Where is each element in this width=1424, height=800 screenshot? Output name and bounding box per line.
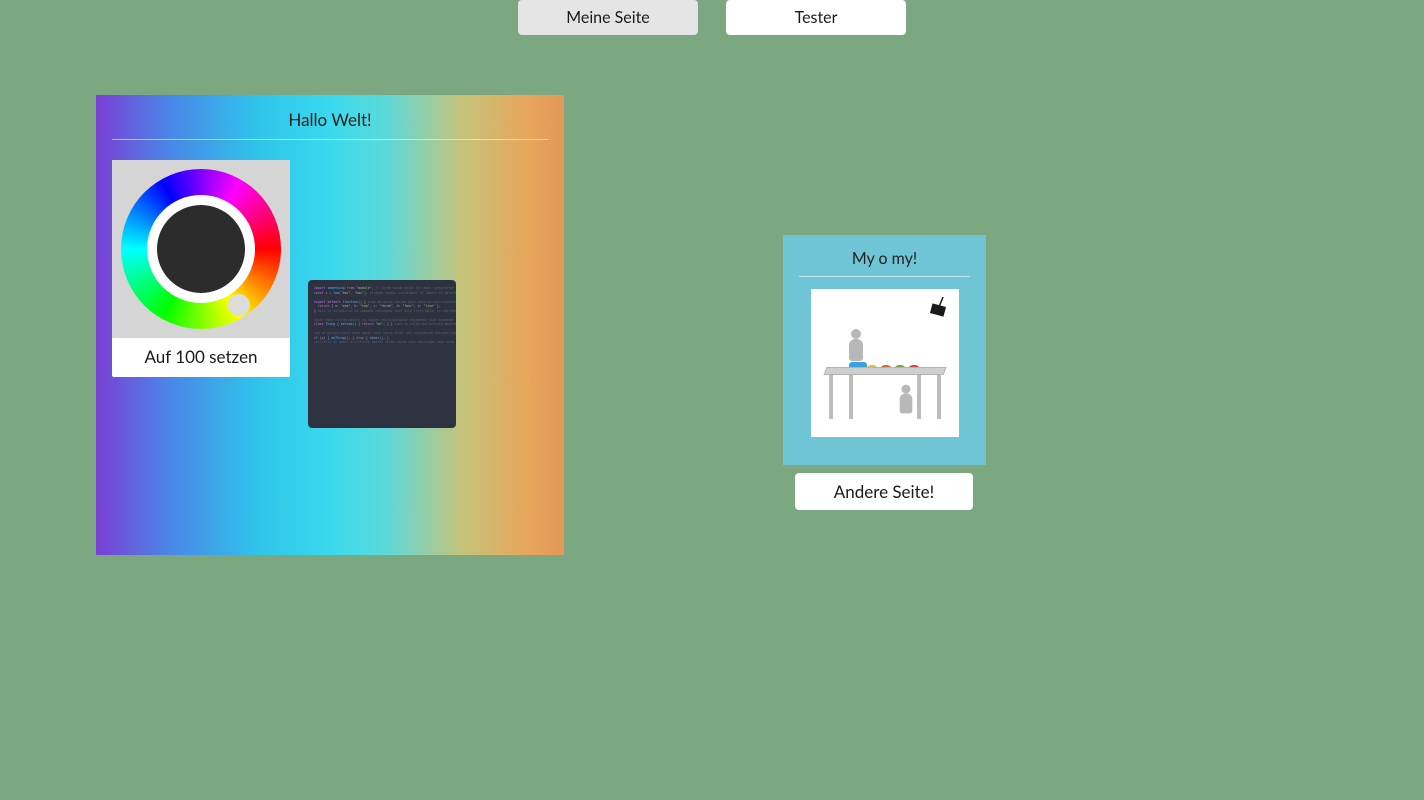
set-100-button[interactable]: Auf 100 setzen [112, 338, 290, 377]
figure-kneeling-icon [897, 385, 913, 414]
left-panel-content: Auf 100 setzen import something from "mo… [112, 160, 548, 428]
color-wheel[interactable] [112, 160, 290, 338]
tab-tester[interactable]: Tester [726, 0, 906, 35]
table-icon [825, 367, 945, 375]
code-preview-image: import something from "module"; // lorem… [308, 280, 456, 428]
color-wheel-swatch [157, 205, 245, 293]
left-panel: Hallo Welt! Auf 100 setzen import someth… [96, 95, 564, 555]
wifi-antenna-icon [923, 295, 949, 321]
top-tabs: Meine Seite Tester [518, 0, 906, 35]
right-panel-title: My o my! [799, 249, 970, 277]
hue-ring-icon [121, 169, 281, 329]
andere-seite-button[interactable]: Andere Seite! [795, 473, 973, 510]
color-picker-card: Auf 100 setzen [112, 160, 290, 377]
figure-standing-icon [847, 329, 865, 361]
left-panel-title: Hallo Welt! [112, 109, 548, 140]
tab-meine-seite[interactable]: Meine Seite [518, 0, 698, 35]
right-panel: My o my! [783, 235, 986, 465]
hue-handle[interactable] [228, 294, 250, 316]
scene-image [811, 289, 959, 437]
color-wheel-inner-ring [147, 195, 255, 303]
